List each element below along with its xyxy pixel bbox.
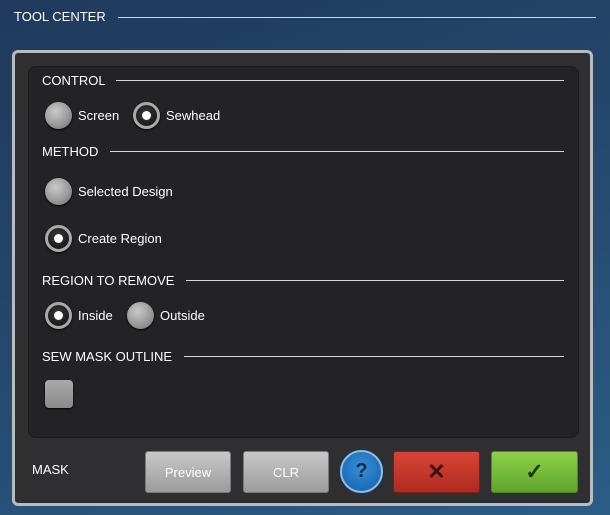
radio-outside-indicator (127, 302, 154, 329)
radio-sewhead-indicator (133, 102, 160, 129)
radio-create-region-label: Create Region (78, 231, 162, 246)
region-rule (186, 280, 564, 281)
radio-sewhead-label: Sewhead (166, 108, 221, 123)
cancel-button[interactable]: ✕ (393, 451, 480, 493)
radio-sewhead[interactable]: Sewhead (133, 102, 220, 129)
control-rule (116, 80, 564, 81)
title-bar: TOOL CENTER (0, 0, 610, 40)
radio-outside-label: Outside (160, 308, 205, 323)
outline-heading: SEW MASK OUTLINE (42, 349, 173, 364)
radio-screen-label: Screen (78, 108, 120, 123)
clear-button[interactable]: CLR (243, 451, 329, 493)
title-rule (118, 17, 596, 18)
radio-selected-dot (54, 311, 63, 320)
radio-inside[interactable]: Inside (45, 302, 113, 329)
window-title: TOOL CENTER (14, 9, 106, 24)
help-button[interactable]: ? (340, 450, 383, 493)
radio-screen-indicator (45, 102, 72, 129)
check-icon: ✓ (525, 459, 544, 484)
radio-selected-dot (54, 234, 63, 243)
mode-label: MASK (32, 462, 69, 477)
close-icon: ✕ (427, 459, 446, 484)
radio-selected-design-indicator (45, 178, 72, 205)
question-icon: ? (355, 460, 368, 482)
sew-mask-outline-checkbox[interactable] (45, 380, 73, 408)
radio-screen[interactable]: Screen (45, 102, 119, 129)
outline-rule (184, 356, 564, 357)
control-heading: CONTROL (42, 73, 106, 88)
radio-create-region[interactable]: Create Region (45, 225, 162, 252)
method-heading: METHOD (42, 144, 99, 159)
radio-selected-design[interactable]: Selected Design (45, 178, 173, 205)
radio-selected-design-label: Selected Design (78, 184, 173, 199)
ok-button[interactable]: ✓ (491, 451, 578, 493)
radio-inside-indicator (45, 302, 72, 329)
method-rule (110, 151, 564, 152)
radio-selected-dot (142, 111, 151, 120)
preview-button[interactable]: Preview (145, 451, 231, 493)
radio-create-region-indicator (45, 225, 72, 252)
radio-outside[interactable]: Outside (127, 302, 205, 329)
radio-inside-label: Inside (78, 308, 113, 323)
region-heading: REGION TO REMOVE (42, 273, 175, 288)
